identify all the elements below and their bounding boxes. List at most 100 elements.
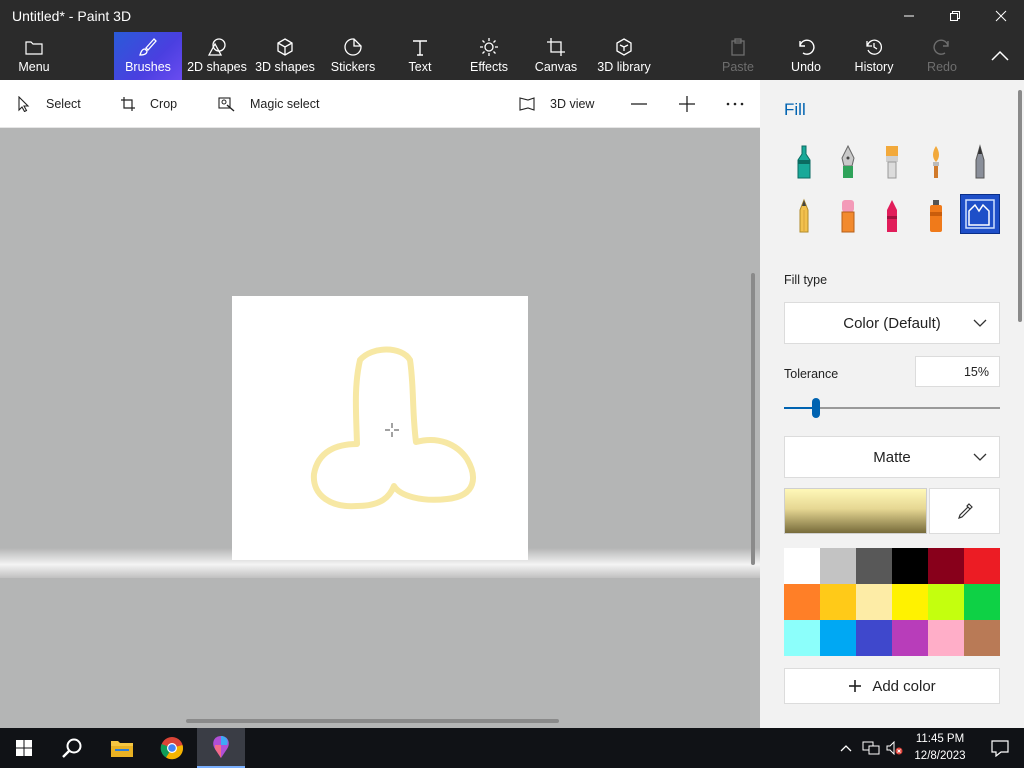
fill-type-value: Color (Default) bbox=[843, 314, 941, 332]
fill-type-dropdown[interactable]: Color (Default) bbox=[784, 302, 1000, 344]
restore-button[interactable] bbox=[932, 0, 978, 32]
zoom-in-button[interactable] bbox=[678, 80, 696, 128]
3d-view-button[interactable]: 3D view bbox=[518, 80, 594, 128]
tool-bar: Select Crop Magic select 3D view bbox=[0, 80, 760, 128]
color-swatch-16[interactable] bbox=[928, 620, 964, 656]
clock-date: 12/8/2023 bbox=[914, 750, 966, 762]
calligraphy-pen-icon bbox=[841, 144, 855, 178]
horizontal-scrollbar[interactable] bbox=[186, 719, 559, 723]
marker-icon bbox=[797, 145, 811, 179]
start-button[interactable] bbox=[0, 728, 48, 768]
paint3d-icon bbox=[213, 736, 229, 758]
workspace[interactable] bbox=[0, 128, 760, 728]
redo-icon bbox=[933, 39, 949, 55]
add-color-button[interactable]: Add color bbox=[784, 668, 1000, 704]
eyedropper-button[interactable] bbox=[929, 488, 1000, 534]
eraser-brush[interactable] bbox=[828, 196, 868, 236]
2d-shapes-icon bbox=[207, 38, 226, 56]
color-swatch-3[interactable] bbox=[892, 548, 928, 584]
more-options-button[interactable] bbox=[726, 80, 744, 128]
cursor-icon bbox=[18, 96, 30, 112]
color-swatch-7[interactable] bbox=[820, 584, 856, 620]
3d-shapes-label: 3D shapes bbox=[255, 60, 315, 74]
effects-tab[interactable]: Effects bbox=[464, 32, 514, 80]
pixel-pen-brush[interactable] bbox=[960, 142, 1000, 182]
text-label: Text bbox=[408, 60, 432, 74]
vertical-scrollbar[interactable] bbox=[751, 273, 755, 565]
search-button[interactable] bbox=[48, 728, 96, 768]
tolerance-slider[interactable] bbox=[784, 398, 1000, 418]
color-swatch-5[interactable] bbox=[964, 548, 1000, 584]
paste-button[interactable]: Paste bbox=[716, 32, 760, 80]
undo-button[interactable]: Undo bbox=[784, 32, 828, 80]
history-button[interactable]: History bbox=[850, 32, 898, 80]
history-label: History bbox=[854, 60, 894, 74]
plus-icon bbox=[679, 96, 695, 112]
watercolor-icon bbox=[933, 146, 939, 178]
minimize-button[interactable] bbox=[886, 0, 932, 32]
color-swatch-4[interactable] bbox=[928, 548, 964, 584]
drawing-canvas[interactable] bbox=[232, 296, 528, 560]
color-swatch-0[interactable] bbox=[784, 548, 820, 584]
select-button[interactable]: Select bbox=[16, 80, 81, 128]
text-tab[interactable]: Text bbox=[396, 32, 444, 80]
color-swatch-12[interactable] bbox=[784, 620, 820, 656]
history-icon bbox=[866, 39, 883, 55]
paint3d-taskbar-button[interactable] bbox=[197, 728, 245, 768]
current-color-preview[interactable] bbox=[784, 488, 927, 534]
yellow-brush-stroke bbox=[310, 346, 476, 510]
2d-shapes-tab[interactable]: 2D shapes bbox=[186, 32, 248, 80]
fill-bucket-brush[interactable] bbox=[960, 194, 1000, 234]
color-swatch-17[interactable] bbox=[964, 620, 1000, 656]
3d-view-icon bbox=[519, 97, 535, 111]
3d-shapes-tab[interactable]: 3D shapes bbox=[254, 32, 316, 80]
color-swatch-6[interactable] bbox=[784, 584, 820, 620]
network-button[interactable] bbox=[858, 728, 884, 768]
3d-library-tab[interactable]: 3D library bbox=[594, 32, 654, 80]
close-button[interactable] bbox=[978, 0, 1024, 32]
chrome-button[interactable] bbox=[148, 728, 196, 768]
title-bar: Untitled* - Paint 3D bbox=[0, 0, 1024, 32]
folder-icon bbox=[111, 741, 133, 757]
taskbar: 11:45 PM 12/8/2023 bbox=[0, 728, 1024, 768]
zoom-out-button[interactable] bbox=[630, 80, 648, 128]
color-swatch-13[interactable] bbox=[820, 620, 856, 656]
tolerance-slider-thumb[interactable] bbox=[812, 398, 821, 418]
calligraphy-pen-brush[interactable] bbox=[828, 142, 868, 182]
tolerance-input[interactable]: 15% bbox=[915, 356, 1000, 387]
stickers-tab[interactable]: Stickers bbox=[326, 32, 380, 80]
notifications-button[interactable] bbox=[976, 728, 1024, 768]
color-swatch-14[interactable] bbox=[856, 620, 892, 656]
color-swatch-15[interactable] bbox=[892, 620, 928, 656]
color-swatch-2[interactable] bbox=[856, 548, 892, 584]
color-swatch-8[interactable] bbox=[856, 584, 892, 620]
panel-title: Fill bbox=[784, 100, 806, 119]
crop-button[interactable]: Crop bbox=[120, 80, 177, 128]
magic-select-button[interactable]: Magic select bbox=[218, 80, 319, 128]
color-swatch-10[interactable] bbox=[928, 584, 964, 620]
marker-brush[interactable] bbox=[784, 142, 824, 182]
panel-scrollbar[interactable] bbox=[1018, 90, 1022, 322]
spray-can-brush[interactable] bbox=[916, 196, 956, 236]
color-swatch-11[interactable] bbox=[964, 584, 1000, 620]
color-swatch-1[interactable] bbox=[820, 548, 856, 584]
file-explorer-button[interactable] bbox=[98, 728, 146, 768]
fill-bucket-icon bbox=[965, 199, 995, 229]
oil-brush[interactable] bbox=[872, 142, 912, 182]
color-swatch-9[interactable] bbox=[892, 584, 928, 620]
menu-button[interactable]: Menu bbox=[8, 32, 60, 80]
show-hidden-icons-button[interactable] bbox=[834, 728, 858, 768]
color-palette bbox=[784, 548, 1000, 656]
brushes-tab[interactable]: Brushes bbox=[114, 32, 182, 80]
redo-button[interactable]: Redo bbox=[920, 32, 964, 80]
crosshair-cursor-icon bbox=[385, 423, 399, 437]
menu-label: Menu bbox=[18, 60, 50, 74]
finish-dropdown[interactable]: Matte bbox=[784, 436, 1000, 478]
system-clock[interactable]: 11:45 PM 12/8/2023 bbox=[906, 731, 974, 765]
canvas-tab[interactable]: Canvas bbox=[532, 32, 580, 80]
volume-button[interactable] bbox=[882, 728, 908, 768]
pencil-brush[interactable] bbox=[784, 196, 824, 236]
crayon-brush[interactable] bbox=[872, 196, 912, 236]
watercolor-brush[interactable] bbox=[916, 142, 956, 182]
collapse-ribbon-button[interactable] bbox=[980, 32, 1020, 80]
